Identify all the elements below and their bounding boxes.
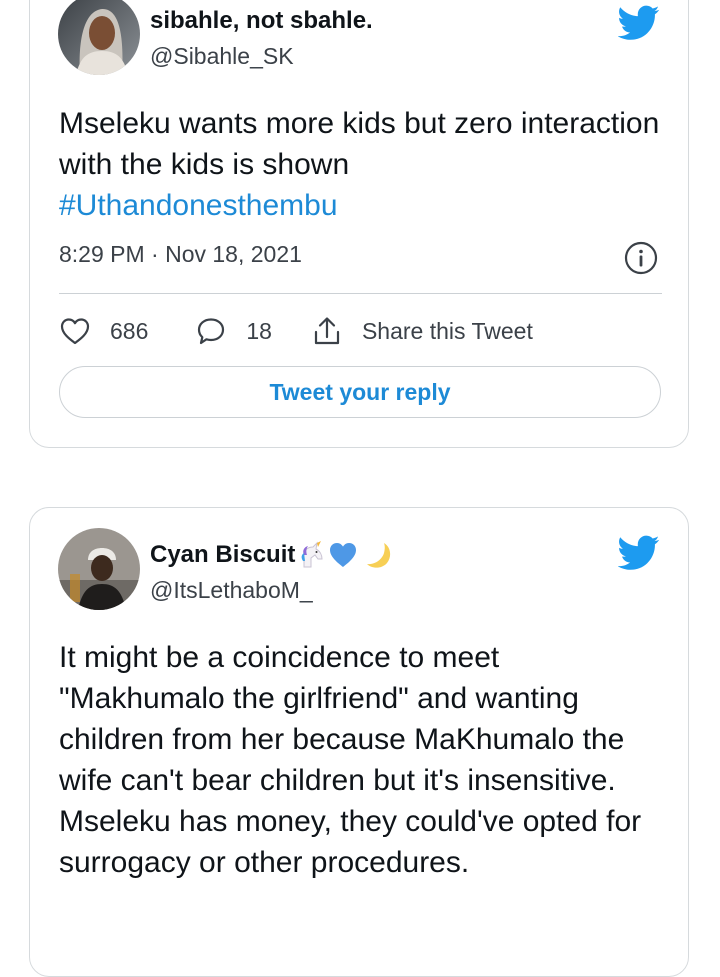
- display-name[interactable]: sibahle, not sbahle.: [150, 7, 373, 35]
- display-name[interactable]: Cyan Biscuit: [150, 541, 394, 569]
- share-icon: [314, 317, 340, 345]
- tweet-card[interactable]: sibahle, not sbahle. @Sibahle_SK Mseleku…: [29, 0, 689, 448]
- tweet-reply-button[interactable]: Tweet your reply: [59, 366, 661, 418]
- share-label: Share this Tweet: [361, 317, 533, 344]
- share-button[interactable]: Share this Tweet: [312, 315, 533, 347]
- blue-heart-emoji: [330, 543, 357, 567]
- unicorn-emoji: [301, 541, 323, 568]
- tweet-text: Mseleku wants more kids but zero interac…: [59, 103, 669, 226]
- crescent-moon-emoji: [367, 543, 391, 568]
- tweet-timestamp[interactable]: 8:29 PM · Nov 18, 2021: [59, 241, 302, 268]
- heart-icon: [60, 318, 90, 345]
- tweet-text: It might be a coincidence to meet "Makhu…: [59, 641, 642, 879]
- action-bar: 686 18 Share this Tweet: [59, 314, 533, 348]
- divider: [59, 293, 662, 294]
- handle[interactable]: @Sibahle_SK: [150, 43, 294, 70]
- info-icon[interactable]: [624, 241, 658, 275]
- tweet-body: Mseleku wants more kids but zero interac…: [59, 107, 660, 181]
- tweet-card[interactable]: Cyan Biscuit @ItsLethaboM_ It might be a…: [29, 507, 689, 977]
- comment-icon: [198, 318, 225, 345]
- hashtag-link[interactable]: #Uthandonesthembu: [59, 189, 338, 222]
- reply-count: 18: [246, 317, 272, 344]
- display-name-text: Cyan Biscuit: [150, 541, 296, 568]
- twitter-bird-icon[interactable]: [618, 5, 660, 41]
- avatar[interactable]: [58, 0, 140, 75]
- avatar-image: [58, 0, 140, 75]
- like-count: 686: [110, 317, 149, 344]
- like-button[interactable]: 686: [59, 316, 148, 346]
- avatar[interactable]: [58, 528, 140, 610]
- twitter-bird-icon[interactable]: [618, 535, 660, 571]
- handle[interactable]: @ItsLethaboM_: [150, 577, 313, 604]
- avatar-image: [58, 528, 140, 610]
- reply-count-button[interactable]: 18: [196, 316, 272, 346]
